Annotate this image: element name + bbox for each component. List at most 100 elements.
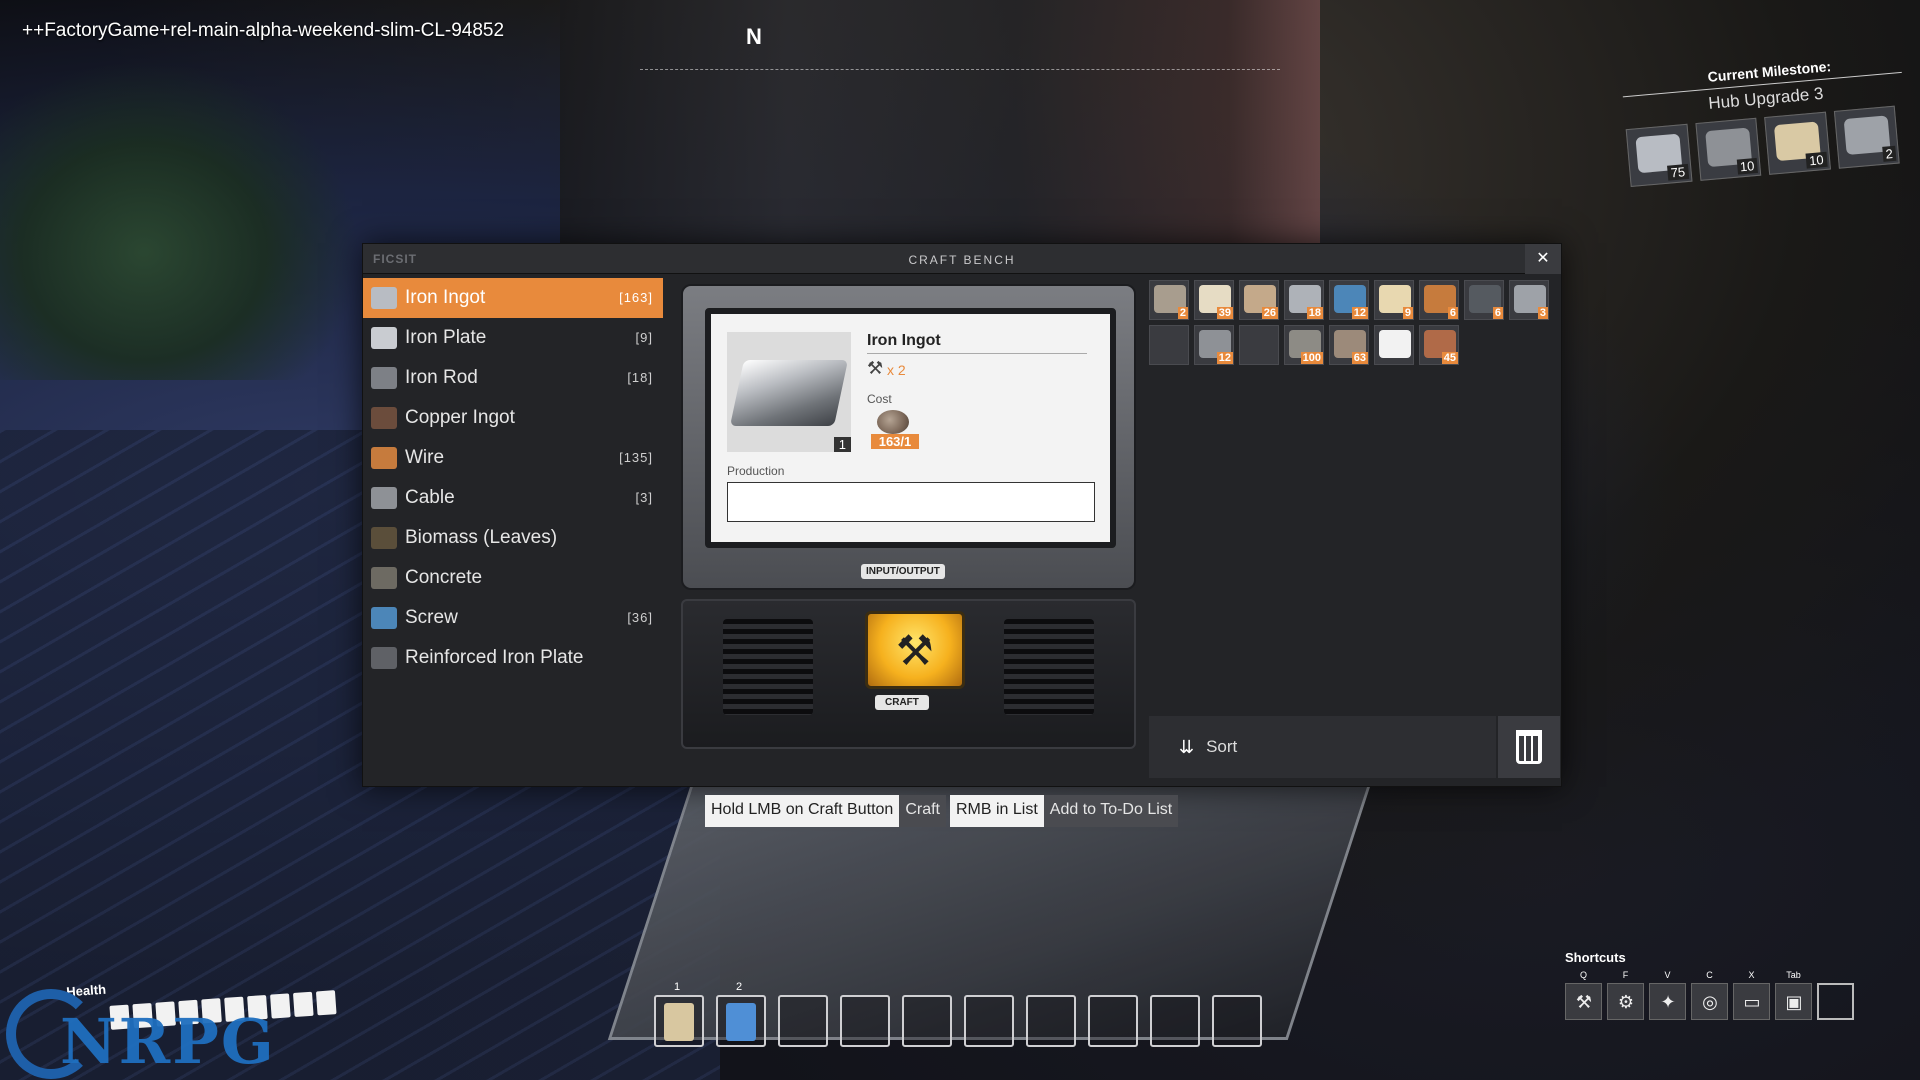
recipe-name: Screw <box>405 607 458 628</box>
recipe-item[interactable]: Screw [36] <box>363 598 663 638</box>
recipe-name: Biomass (Leaves) <box>405 527 558 548</box>
recipe-list: Iron Ingot [163] Iron Plate [9] Iron Rod [18]… <box>363 278 663 778</box>
sort-label: Sort <box>1206 737 1238 756</box>
wrench-icon <box>1379 330 1411 358</box>
milestone-item-count: 10 <box>1736 157 1758 175</box>
close-icon[interactable]: ✕ <box>1525 244 1561 274</box>
cost-label: Cost <box>867 392 892 406</box>
inventory-slot[interactable]: 45 <box>1419 325 1459 365</box>
iron-plate-icon <box>371 327 397 349</box>
inventory-slot[interactable]: 12 <box>1329 280 1369 320</box>
craft-button[interactable]: ⚒ <box>865 611 965 689</box>
recipe-item[interactable]: Wire [135] <box>363 438 663 478</box>
sort-button[interactable]: ⇊ Sort <box>1149 716 1496 778</box>
item-name: Iron Ingot <box>867 332 1087 354</box>
inventory-slot[interactable]: 6 <box>1464 280 1504 320</box>
inventory-slot[interactable]: 39 <box>1194 280 1234 320</box>
inventory-slot-count: 100 <box>1300 352 1323 364</box>
hotbar-slot[interactable]: 1 <box>654 981 704 1047</box>
milestone-item: 2 <box>1833 105 1900 169</box>
xeno-zapper-icon <box>664 1003 694 1041</box>
recipe-count: [18] <box>627 370 653 385</box>
shortcut-slot[interactable]: C ◎ <box>1691 970 1728 1020</box>
inventory-slot[interactable]: 18 <box>1284 280 1324 320</box>
background-foliage <box>0 60 360 380</box>
hotbar-slot[interactable] <box>902 995 952 1047</box>
shortcut-slot[interactable]: Q ⚒ <box>1565 970 1602 1020</box>
inventory-slot[interactable]: 26 <box>1239 280 1279 320</box>
hotbar-slot[interactable] <box>1150 995 1200 1047</box>
hint-key: Hold LMB on Craft Button <box>705 795 900 827</box>
hotbar-slot[interactable] <box>1212 995 1262 1047</box>
shortcut-slot[interactable]: V ✦ <box>1649 970 1686 1020</box>
recipe-name: Cable <box>405 487 455 508</box>
hammer-icon: ⚒ <box>867 358 884 378</box>
recipe-item[interactable]: Cable [3] <box>363 478 663 518</box>
inventory-slot-count: 2 <box>1177 307 1188 319</box>
dismantle-icon: ⚙ <box>1617 992 1635 1012</box>
cable-icon <box>371 487 397 509</box>
milestone-item: 10 <box>1764 111 1831 175</box>
milestone-panel: Current Milestone: Hub Upgrade 3 75 10 10 2 <box>1621 52 1910 187</box>
cost-value: 163/1 <box>871 434 919 449</box>
recipe-item[interactable]: Concrete <box>363 558 663 598</box>
inventory-slot[interactable]: 2 <box>1149 280 1189 320</box>
hotbar-slot[interactable] <box>778 995 828 1047</box>
recipe-item[interactable]: Biomass (Leaves) <box>363 518 663 558</box>
hotbar-slot[interactable] <box>964 995 1014 1047</box>
recipe-item[interactable]: Reinforced Iron Plate <box>363 638 663 678</box>
inventory-panel: 2 39 26 18 12 9 6 6 3 12 100 63 45 <box>1149 280 1559 660</box>
speaker-grille-left <box>723 619 813 715</box>
inventory-icon: ▣ <box>1785 992 1803 1012</box>
shortcut-key: C <box>1706 970 1713 980</box>
hotbar-slot-number: 1 <box>674 981 681 993</box>
inventory-slot-count: 6 <box>1492 307 1503 319</box>
shortcut-slot[interactable]: Tab ▣ <box>1775 970 1812 1020</box>
control-hints: Hold LMB on Craft Button Craft RMB in List… <box>705 795 1182 827</box>
hammer-icon: ⚒ <box>896 627 934 674</box>
recipe-item[interactable]: Iron Rod [18] <box>363 358 663 398</box>
inventory-slot[interactable] <box>1374 325 1414 365</box>
recipe-item[interactable]: Iron Ingot [163] <box>363 278 663 318</box>
hotbar-slot[interactable] <box>840 995 890 1047</box>
inventory-slot[interactable]: 100 <box>1284 325 1324 365</box>
concrete-icon <box>371 567 397 589</box>
ingot-shape <box>729 360 849 426</box>
inventory-slot[interactable] <box>1149 325 1189 365</box>
hotbar-slot[interactable] <box>1026 995 1076 1047</box>
inventory-slot[interactable]: 9 <box>1374 280 1414 320</box>
trash-button[interactable] <box>1498 716 1560 778</box>
inventory-slot-count: 26 <box>1261 307 1278 319</box>
inventory-slot[interactable]: 6 <box>1419 280 1459 320</box>
inventory-slot[interactable]: 63 <box>1329 325 1369 365</box>
milestone-item-count: 2 <box>1881 145 1897 162</box>
recipe-name: Concrete <box>405 567 483 588</box>
inventory-slot[interactable] <box>1239 325 1279 365</box>
production-label: Production <box>727 464 785 478</box>
site-watermark: NRPG <box>0 985 310 1080</box>
inventory-slot[interactable]: 3 <box>1509 280 1549 320</box>
inventory-slot-count: 12 <box>1351 307 1368 319</box>
recipe-count: [135] <box>619 450 653 465</box>
shortcut-slot[interactable] <box>1817 983 1854 1020</box>
shortcut-key: V <box>1664 970 1671 980</box>
inventory-slot-count: 63 <box>1351 352 1368 364</box>
shortcut-key: Q <box>1579 970 1587 980</box>
shortcut-slot[interactable]: X ▭ <box>1733 970 1770 1020</box>
reinforced-plate-icon <box>371 647 397 669</box>
craft-label: CRAFT <box>875 695 929 710</box>
hint-key: RMB in List <box>949 795 1044 827</box>
milestone-item-count: 10 <box>1805 151 1828 169</box>
shortcut-slot[interactable]: F ⚙ <box>1607 970 1644 1020</box>
iron-ingot-icon: 1 <box>727 332 851 452</box>
recipe-item[interactable]: Iron Plate [9] <box>363 318 663 358</box>
inventory-slot[interactable]: 12 <box>1194 325 1234 365</box>
recipe-count: [9] <box>635 330 653 345</box>
inventory-slot-count: 9 <box>1402 307 1413 319</box>
hotbar-slot[interactable]: 2 <box>716 981 766 1047</box>
hotbar-slot[interactable] <box>1088 995 1138 1047</box>
recipe-name: Wire <box>405 447 445 468</box>
recipe-item[interactable]: Copper Ingot <box>363 398 663 438</box>
recipe-count: [3] <box>635 490 653 505</box>
wire-icon <box>371 447 397 469</box>
